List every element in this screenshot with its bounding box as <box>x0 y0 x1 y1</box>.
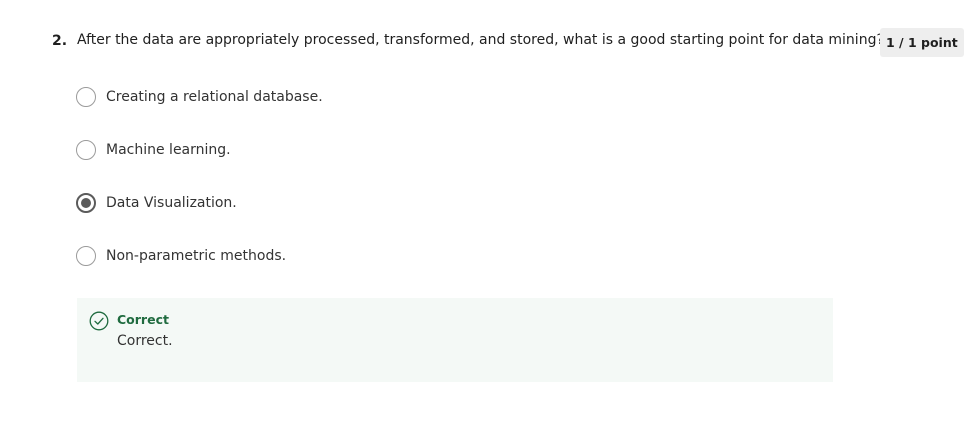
option-non-parametric-methods[interactable]: Non-parametric methods. <box>76 245 286 267</box>
feedback-message: Correct. <box>117 333 173 349</box>
question-number: 2. <box>52 33 68 49</box>
option-label: Machine learning. <box>106 142 231 158</box>
option-label: Creating a relational database. <box>106 89 323 105</box>
option-label: Non-parametric methods. <box>106 248 287 264</box>
option-data-visualization[interactable]: Data Visualization. <box>76 192 237 214</box>
radio-button[interactable] <box>76 87 96 107</box>
radio-button-selected[interactable] <box>76 193 96 213</box>
quiz-question-page: 2. After the data are appropriately proc… <box>0 0 978 421</box>
radio-button[interactable] <box>76 246 96 266</box>
option-creating-relational-database[interactable]: Creating a relational database. <box>76 86 323 108</box>
score-badge: 1 / 1 point <box>880 28 964 57</box>
option-machine-learning[interactable]: Machine learning. <box>76 139 231 161</box>
question-text: After the data are appropriately process… <box>77 32 884 48</box>
radio-button[interactable] <box>76 140 96 160</box>
option-label: Data Visualization. <box>106 195 237 211</box>
feedback-panel: Correct Correct. <box>77 298 833 382</box>
check-circle-icon <box>89 311 109 331</box>
feedback-status: Correct <box>117 312 169 327</box>
